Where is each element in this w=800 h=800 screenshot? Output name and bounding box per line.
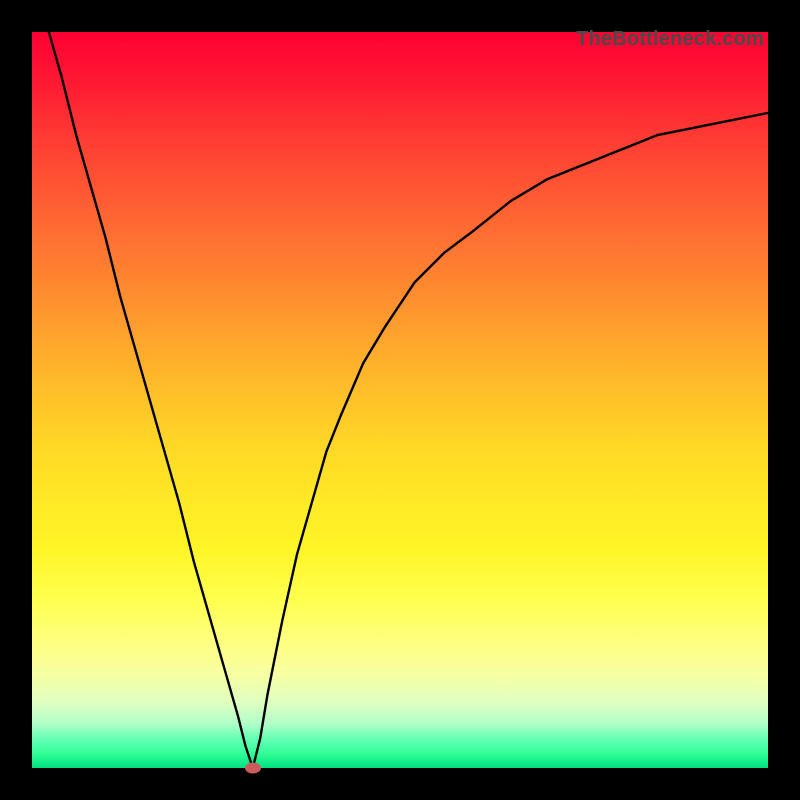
- optimal-marker: [245, 763, 261, 774]
- plot-area: [32, 32, 768, 768]
- curve-svg: [32, 32, 768, 768]
- chart-container: TheBottleneck.com: [0, 0, 800, 800]
- watermark-text: TheBottleneck.com: [576, 28, 764, 51]
- bottleneck-curve: [32, 32, 768, 768]
